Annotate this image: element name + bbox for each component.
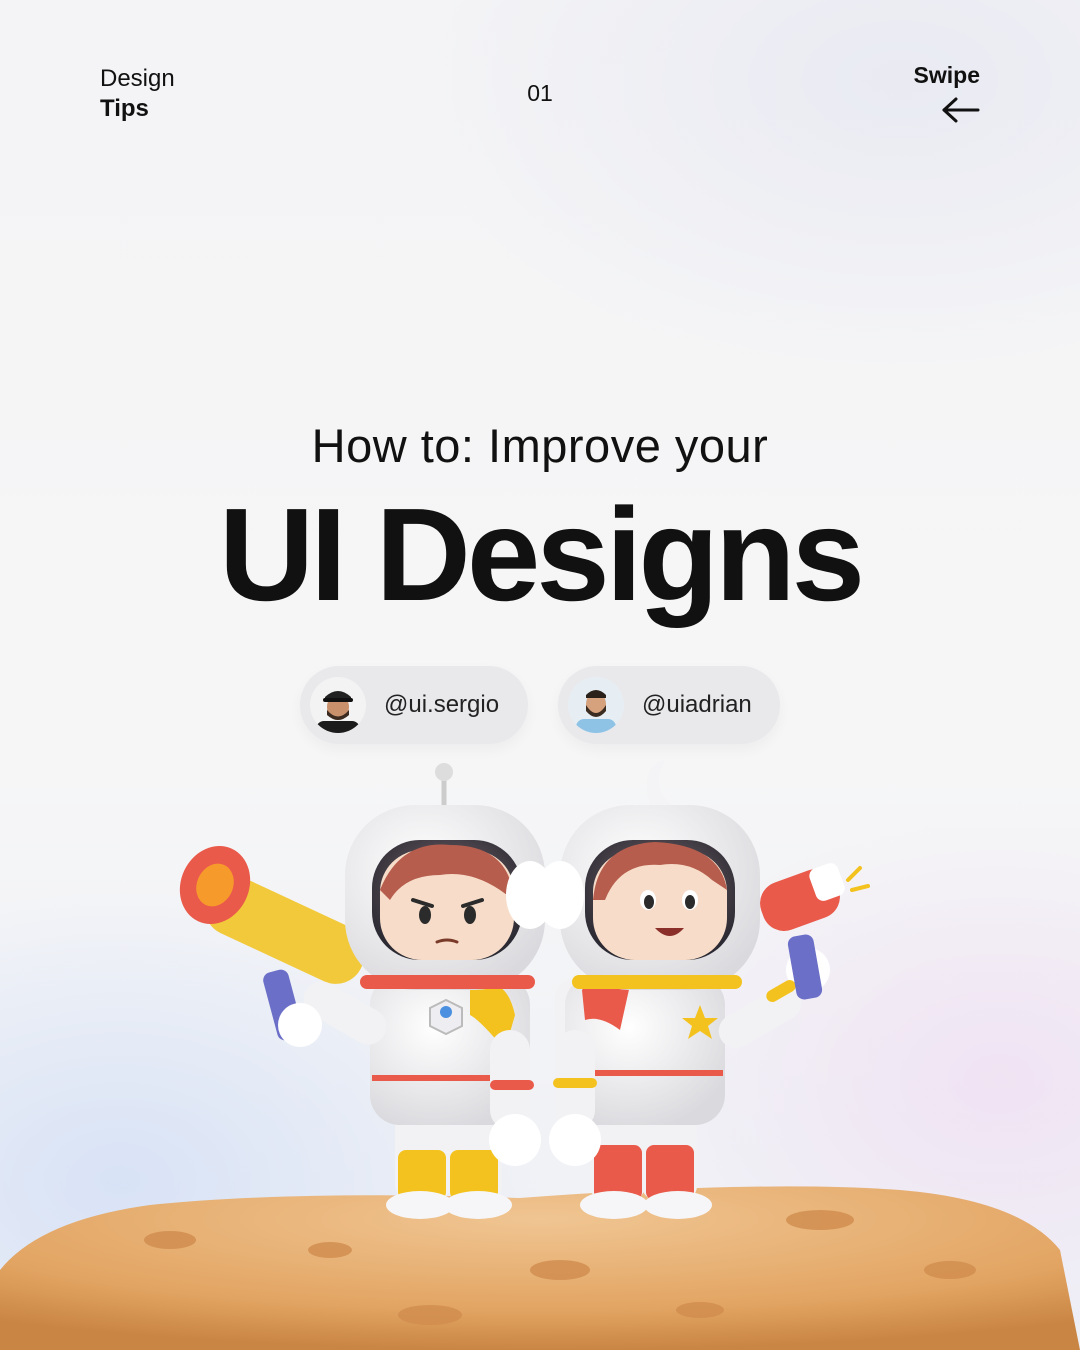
author-chip-adrian[interactable]: @uiadrian [558, 666, 780, 744]
avatar [568, 677, 624, 733]
astronauts-illustration [0, 760, 1080, 1350]
author-chip-sergio[interactable]: @ui.sergio [300, 666, 528, 744]
astronaut-left [179, 763, 554, 1219]
author-handle: @uiadrian [642, 691, 752, 718]
avatar [310, 677, 366, 733]
hero-subtitle: How to: Improve your [311, 419, 769, 472]
arrow-left-icon [942, 97, 980, 123]
hero-title: UI Designs [218, 481, 865, 628]
astronaut-right [536, 760, 870, 1219]
author-handle: @ui.sergio [384, 691, 500, 718]
swipe-button[interactable]: Swipe [890, 62, 980, 123]
swipe-label: Swipe [913, 62, 980, 88]
